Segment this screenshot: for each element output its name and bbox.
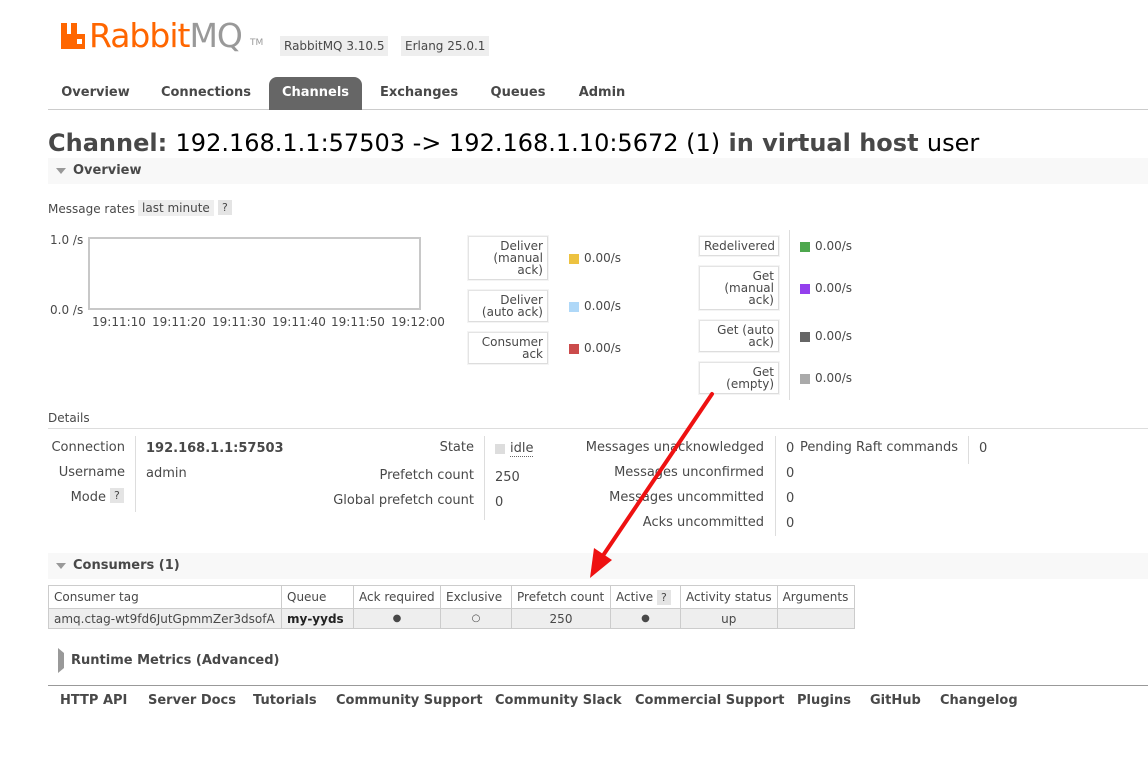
annotation-arrow-shaft	[598, 392, 714, 562]
annotation-arrow	[590, 392, 714, 578]
annotation-arrow-head	[590, 548, 612, 578]
